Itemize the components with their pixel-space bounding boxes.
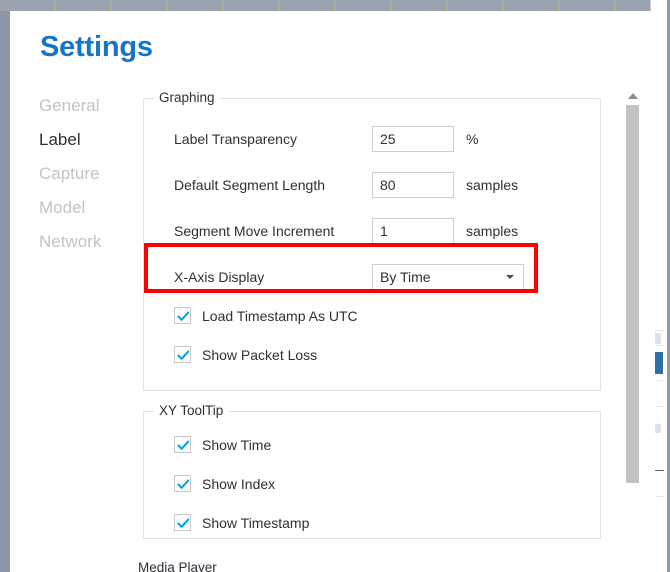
default-segment-length-input[interactable]: [372, 172, 454, 198]
segment-move-increment-label: Segment Move Increment: [174, 223, 335, 239]
field-row-x-axis-display: X-Axis Display By Time: [144, 264, 600, 290]
checkbox-row-show-index[interactable]: Show Index: [144, 475, 600, 495]
show-timestamp-label: Show Timestamp: [202, 515, 310, 531]
segment-move-increment-input[interactable]: [372, 218, 454, 244]
checkmark-icon: [177, 440, 190, 450]
x-axis-display-dropdown[interactable]: By Time: [372, 264, 524, 290]
settings-window: Settings General Label Capture Model Net…: [10, 11, 655, 572]
show-index-label: Show Index: [202, 476, 276, 492]
graphing-group-legend: Graphing: [154, 90, 220, 105]
show-time-checkbox[interactable]: [174, 436, 191, 453]
xy-tooltip-group: XY ToolTip Show Time Show Index Show Tim…: [143, 403, 601, 539]
graphing-group: Graphing Label Transparency % Default Se…: [143, 90, 601, 391]
load-timestamp-utc-checkbox[interactable]: [174, 307, 191, 324]
chevron-down-icon: [506, 275, 514, 279]
default-segment-length-label: Default Segment Length: [174, 177, 325, 193]
sidebar-item-label-text: Label: [39, 130, 81, 149]
sidebar-item-model[interactable]: Model: [39, 191, 139, 225]
scrollbar-thumb[interactable]: [626, 105, 639, 483]
sidebar-item-general[interactable]: General: [39, 89, 139, 123]
sidebar-item-capture[interactable]: Capture: [39, 157, 139, 191]
page-title: Settings: [40, 31, 153, 63]
checkmark-icon: [177, 350, 190, 360]
default-segment-length-unit: samples: [466, 177, 519, 193]
label-transparency-input[interactable]: [372, 126, 454, 152]
settings-sidebar: General Label Capture Model Network: [39, 89, 139, 259]
show-index-checkbox[interactable]: [174, 475, 191, 492]
checkbox-row-show-packet-loss[interactable]: Show Packet Loss: [144, 346, 600, 366]
show-time-label: Show Time: [202, 437, 272, 453]
checkmark-icon: [177, 518, 190, 528]
sidebar-item-label[interactable]: Label: [39, 123, 139, 157]
label-transparency-label: Label Transparency: [174, 131, 297, 147]
checkmark-icon: [177, 311, 190, 321]
checkbox-row-load-timestamp-utc[interactable]: Load Timestamp As UTC: [144, 307, 600, 327]
sidebar-item-label: Capture: [39, 164, 100, 183]
cut-off-group-legend: Media Player: [138, 560, 217, 572]
show-packet-loss-label: Show Packet Loss: [202, 347, 318, 363]
show-timestamp-checkbox[interactable]: [174, 514, 191, 531]
field-row-segment-move-increment: Segment Move Increment samples: [144, 218, 600, 244]
x-axis-display-label: X-Axis Display: [174, 269, 265, 285]
sidebar-item-label: Model: [39, 198, 86, 217]
checkbox-row-show-time[interactable]: Show Time: [144, 436, 600, 456]
show-packet-loss-checkbox[interactable]: [174, 346, 191, 363]
screenshot-root: Settings General Label Capture Model Net…: [0, 0, 670, 572]
sidebar-item-network[interactable]: Network: [39, 225, 139, 259]
x-axis-display-value: By Time: [380, 269, 431, 285]
label-transparency-unit: %: [466, 131, 479, 147]
sidebar-item-label: Network: [39, 232, 102, 251]
desktop-taskbar-strip: [0, 0, 670, 11]
xy-tooltip-group-legend: XY ToolTip: [154, 403, 229, 418]
field-row-label-transparency: Label Transparency %: [144, 126, 600, 152]
settings-scrollbar[interactable]: [626, 93, 641, 489]
sidebar-item-label: General: [39, 96, 100, 115]
scroll-up-arrow-icon[interactable]: [628, 93, 638, 99]
field-row-default-segment-length: Default Segment Length samples: [144, 172, 600, 198]
checkbox-row-show-timestamp[interactable]: Show Timestamp: [144, 514, 600, 534]
checkmark-icon: [177, 479, 190, 489]
segment-move-increment-unit: samples: [466, 223, 519, 239]
settings-content-panel: Graphing Label Transparency % Default Se…: [143, 89, 613, 572]
load-timestamp-utc-label: Load Timestamp As UTC: [202, 308, 358, 324]
